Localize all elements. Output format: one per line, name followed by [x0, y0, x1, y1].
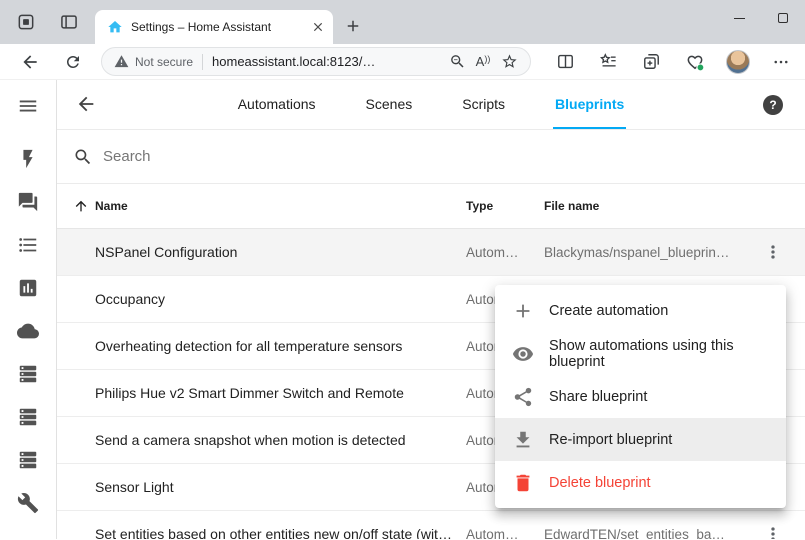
sidebar-item-lightning[interactable] — [16, 147, 40, 171]
workspaces-icon[interactable] — [13, 9, 39, 35]
address-bar[interactable]: Not secure homeassistant.local:8123/… A)… — [101, 47, 531, 76]
url-text: homeassistant.local:8123/… — [212, 54, 444, 69]
row-name: Philips Hue v2 Smart Dimmer Switch and R… — [95, 385, 466, 401]
favorite-star-icon[interactable] — [496, 49, 522, 75]
profile-avatar[interactable] — [716, 47, 759, 77]
table-header: Name Type File name — [57, 184, 805, 229]
row-file: EdwardTEN/set_entities_ba… — [544, 527, 749, 540]
plus-icon — [512, 300, 534, 322]
help-icon[interactable]: ? — [763, 95, 783, 115]
menu-item-share-blueprint[interactable]: Share blueprint — [495, 375, 786, 418]
tab-automations[interactable]: Automations — [236, 80, 318, 129]
menu-item-label: Delete blueprint — [549, 475, 651, 491]
row-name: Set entities based on other entities new… — [95, 526, 466, 539]
search-input[interactable] — [103, 130, 805, 183]
browser-navbar: Not secure homeassistant.local:8123/… A)… — [0, 44, 805, 80]
browser-essentials-icon[interactable] — [673, 47, 716, 77]
column-header-type[interactable]: Type — [466, 199, 544, 213]
sidebar-item-cloud[interactable] — [16, 319, 40, 343]
sidebar-item-chart[interactable] — [16, 276, 40, 300]
address-divider — [202, 54, 203, 70]
tab-scripts[interactable]: Scripts — [460, 80, 507, 129]
row-file: Blackymas/nspanel_blueprin… — [544, 245, 749, 260]
ha-back-icon[interactable] — [75, 93, 97, 115]
column-header-file[interactable]: File name — [544, 199, 749, 213]
more-menu-icon[interactable] — [759, 47, 802, 77]
read-aloud-icon[interactable]: A)) — [470, 49, 496, 75]
menu-item-label: Re-import blueprint — [549, 432, 672, 448]
tab-scenes[interactable]: Scenes — [364, 80, 415, 129]
row-name: Overheating detection for all temperatur… — [95, 338, 466, 354]
column-header-name[interactable]: Name — [95, 199, 466, 213]
tab-blueprints[interactable]: Blueprints — [553, 80, 626, 129]
sidebar-item-list[interactable] — [16, 233, 40, 257]
split-screen-icon[interactable] — [544, 47, 587, 77]
home-assistant-favicon — [107, 19, 123, 35]
zoom-out-icon[interactable] — [444, 49, 470, 75]
menu-item-label: Create automation — [549, 303, 668, 319]
row-name: Occupancy — [95, 291, 466, 307]
search-bar — [57, 130, 805, 184]
menu-icon[interactable] — [16, 94, 40, 118]
warning-icon — [114, 54, 129, 69]
table-row[interactable]: Set entities based on other entities new… — [57, 511, 805, 539]
sidebar-item-chat[interactable] — [16, 190, 40, 214]
share-icon — [512, 386, 534, 408]
context-menu: Create automation Show automations using… — [495, 285, 786, 508]
menu-item-label: Share blueprint — [549, 389, 647, 405]
menu-item-label: Show automations using this blueprint — [549, 338, 769, 370]
collections-icon[interactable] — [630, 47, 673, 77]
download-icon — [512, 429, 534, 451]
search-icon — [73, 147, 93, 167]
browser-back-icon[interactable] — [16, 48, 44, 76]
row-name: Sensor Light — [95, 479, 466, 495]
tab-actions-icon[interactable] — [56, 9, 82, 35]
menu-item-show-automations[interactable]: Show automations using this blueprint — [495, 332, 786, 375]
row-overflow-icon[interactable] — [756, 517, 790, 539]
favorites-hub-icon[interactable] — [587, 47, 630, 77]
refresh-icon[interactable] — [59, 48, 87, 76]
browser-titlebar: Settings – Home Assistant — [0, 0, 805, 44]
row-name: NSPanel Configuration — [95, 244, 466, 260]
new-tab-icon[interactable] — [340, 13, 366, 39]
security-chip[interactable]: Not secure — [114, 54, 193, 69]
menu-item-reimport-blueprint[interactable]: Re-import blueprint — [495, 418, 786, 461]
window-controls — [717, 0, 805, 36]
sort-arrow-icon[interactable] — [73, 198, 89, 214]
maximize-icon[interactable] — [761, 0, 805, 36]
menu-item-delete-blueprint[interactable]: Delete blueprint — [495, 461, 786, 504]
row-type: Autom… — [466, 527, 544, 540]
sidebar-item-server-1[interactable] — [16, 362, 40, 386]
ha-tab-bar: Automations Scenes Scripts Blueprints — [57, 80, 805, 129]
security-label: Not secure — [135, 55, 193, 69]
sidebar-item-server-3[interactable] — [16, 448, 40, 472]
browser-tab[interactable]: Settings – Home Assistant — [95, 10, 333, 44]
browser-toolbar — [544, 47, 802, 77]
sidebar-item-server-2[interactable] — [16, 405, 40, 429]
sidebar-item-wrench[interactable] — [16, 491, 40, 515]
row-type: Autom… — [466, 245, 544, 260]
table-row[interactable]: NSPanel Configuration Autom… Blackymas/n… — [57, 229, 805, 276]
ha-header: Automations Scenes Scripts Blueprints ? — [57, 80, 805, 130]
ha-sidebar — [0, 80, 57, 539]
tab-close-icon[interactable] — [311, 20, 325, 34]
minimize-icon[interactable] — [717, 0, 761, 36]
sidebar-items — [16, 147, 40, 515]
row-name: Send a camera snapshot when motion is de… — [95, 432, 466, 448]
tab-title: Settings – Home Assistant — [131, 20, 303, 34]
menu-item-create-automation[interactable]: Create automation — [495, 289, 786, 332]
eye-icon — [512, 343, 534, 365]
trash-icon — [512, 472, 534, 494]
row-overflow-icon[interactable] — [756, 235, 790, 269]
